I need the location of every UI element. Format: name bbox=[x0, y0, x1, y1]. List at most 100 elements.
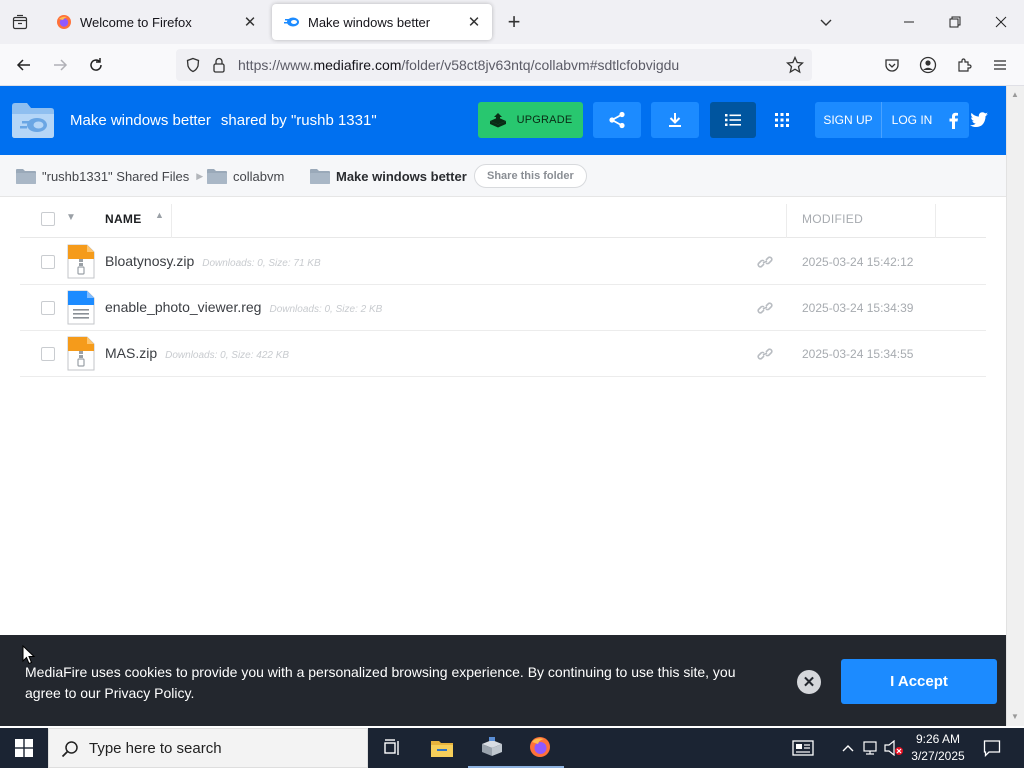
task-view-button[interactable] bbox=[368, 728, 416, 768]
new-tab-button[interactable]: + bbox=[502, 9, 526, 34]
back-button[interactable] bbox=[10, 51, 38, 79]
file-name-link[interactable]: enable_photo_viewer.reg Downloads: 0, Siz… bbox=[105, 299, 382, 315]
breadcrumb-separator-icon: ▶ bbox=[196, 170, 204, 181]
link-icon[interactable] bbox=[757, 301, 773, 315]
grid-view-icon bbox=[775, 113, 789, 127]
sort-ascending-icon[interactable]: ▲ bbox=[155, 210, 164, 220]
url-text[interactable]: https://www.mediafire.com/folder/v58ct8j… bbox=[238, 57, 679, 73]
arrow-left-icon bbox=[16, 59, 30, 71]
facebook-icon[interactable] bbox=[945, 111, 963, 129]
installer-app-button[interactable] bbox=[468, 728, 516, 768]
close-window-button[interactable] bbox=[978, 0, 1024, 44]
share-this-folder-button[interactable]: Share this folder bbox=[474, 164, 587, 188]
firefox-view-button[interactable] bbox=[6, 8, 34, 36]
pocket-button[interactable] bbox=[878, 51, 906, 79]
reload-icon bbox=[90, 58, 102, 71]
close-icon bbox=[995, 16, 1007, 28]
sign-up-button[interactable]: SIGN UP bbox=[815, 102, 882, 138]
row-checkbox[interactable] bbox=[41, 347, 55, 361]
file-modified-date: 2025-03-24 15:34:55 bbox=[802, 347, 914, 361]
breadcrumb-item-shared-files[interactable]: "rushb1331" Shared Files ▶ bbox=[16, 166, 203, 186]
row-checkbox[interactable] bbox=[41, 301, 55, 315]
list-all-tabs-button[interactable] bbox=[814, 10, 838, 34]
tab-strip: Welcome to Firefox ✕ Make windows better… bbox=[0, 0, 1024, 44]
network-monitor-icon bbox=[863, 741, 877, 755]
breadcrumb-label: Make windows better bbox=[336, 168, 467, 184]
file-explorer-button[interactable] bbox=[418, 728, 466, 768]
arrow-right-icon bbox=[54, 59, 68, 71]
start-button[interactable] bbox=[0, 728, 48, 768]
search-placeholder: Type here to search bbox=[89, 740, 222, 757]
folder-title: Make windows better shared by "rushb 1331… bbox=[70, 112, 387, 129]
file-name: Bloatynosy.zip bbox=[105, 253, 195, 269]
firefox-taskbar-button[interactable] bbox=[516, 728, 564, 768]
shared-by-label: shared by "rushb 1331" bbox=[220, 112, 377, 129]
log-in-button[interactable]: LOG IN bbox=[882, 102, 942, 138]
firefox-favicon-icon bbox=[57, 15, 71, 29]
taskbar-clock[interactable]: 9:26 AM 3/27/2025 bbox=[904, 731, 972, 765]
minimize-window-button[interactable] bbox=[886, 0, 932, 44]
tracking-protection-shield-icon[interactable] bbox=[185, 57, 201, 73]
column-divider bbox=[935, 204, 936, 238]
windows-taskbar: Type here to search 9:26 AM 3/27/2025 bbox=[0, 728, 1024, 768]
file-name-link[interactable]: Bloatynosy.zip Downloads: 0, Size: 71 KB bbox=[105, 253, 321, 269]
tab-welcome-to-firefox[interactable]: Welcome to Firefox ✕ bbox=[44, 4, 268, 40]
cookie-close-button[interactable]: ✕ bbox=[797, 670, 821, 694]
show-hidden-icons-button[interactable] bbox=[838, 738, 858, 758]
page-scrollbar[interactable]: ▲ ▼ bbox=[1006, 86, 1024, 726]
share-button[interactable] bbox=[593, 102, 641, 138]
url-prefix: https://www. bbox=[238, 57, 314, 73]
lock-icon[interactable] bbox=[211, 56, 227, 74]
account-button[interactable] bbox=[914, 51, 942, 79]
column-header-name[interactable]: NAME bbox=[105, 212, 142, 226]
news-widget-icon[interactable] bbox=[790, 738, 816, 758]
url-path: /folder/v58ct8jv63ntq/collabvm#sdtlcfobv… bbox=[401, 57, 680, 73]
file-modified-date: 2025-03-24 15:42:12 bbox=[802, 255, 914, 269]
url-bar[interactable]: https://www.mediafire.com/folder/v58ct8j… bbox=[176, 49, 812, 81]
account-icon bbox=[919, 56, 937, 74]
breadcrumb-item-current-folder: Make windows better bbox=[310, 166, 467, 186]
network-icon[interactable] bbox=[861, 738, 881, 758]
scroll-up-arrow-icon[interactable]: ▲ bbox=[1011, 90, 1019, 99]
restore-window-button[interactable] bbox=[932, 0, 978, 44]
folder-icon bbox=[16, 169, 36, 184]
tab-label: Welcome to Firefox bbox=[80, 14, 192, 30]
tab-make-windows-better[interactable]: Make windows better ✕ bbox=[272, 4, 492, 40]
selection-dropdown-icon[interactable]: ▼ bbox=[66, 212, 76, 223]
column-divider bbox=[786, 204, 787, 238]
list-view-button[interactable] bbox=[710, 102, 756, 138]
volume-muted-icon[interactable] bbox=[884, 738, 904, 758]
file-modified-date: 2025-03-24 15:34:39 bbox=[802, 301, 914, 315]
taskbar-search-box[interactable]: Type here to search bbox=[48, 728, 368, 768]
forward-button[interactable] bbox=[46, 51, 74, 79]
file-name-link[interactable]: MAS.zip Downloads: 0, Size: 422 KB bbox=[105, 345, 289, 361]
close-tab-icon[interactable]: ✕ bbox=[464, 12, 484, 32]
row-checkbox[interactable] bbox=[41, 255, 55, 269]
notifications-button[interactable] bbox=[981, 737, 1003, 759]
grid-view-button[interactable] bbox=[760, 102, 804, 138]
file-row[interactable]: Bloatynosy.zip Downloads: 0, Size: 71 KB … bbox=[20, 239, 986, 285]
link-icon[interactable] bbox=[757, 347, 773, 361]
windows-logo-icon bbox=[15, 739, 33, 757]
file-explorer-icon bbox=[431, 741, 453, 757]
accept-cookies-button[interactable]: I Accept bbox=[841, 659, 997, 704]
extensions-button[interactable] bbox=[950, 51, 978, 79]
file-row[interactable]: MAS.zip Downloads: 0, Size: 422 KB 2025-0… bbox=[20, 331, 986, 377]
chevron-up-icon bbox=[842, 745, 854, 752]
web-page: Make windows better shared by "rushb 1331… bbox=[0, 86, 1006, 726]
upgrade-button[interactable]: UPGRADE bbox=[478, 102, 583, 138]
bookmark-star-icon[interactable] bbox=[786, 56, 804, 74]
reload-button[interactable] bbox=[82, 51, 110, 79]
file-row[interactable]: enable_photo_viewer.reg Downloads: 0, Siz… bbox=[20, 285, 986, 331]
scroll-down-arrow-icon[interactable]: ▼ bbox=[1011, 712, 1019, 721]
link-icon[interactable] bbox=[757, 255, 773, 269]
app-menu-button[interactable] bbox=[986, 51, 1014, 79]
restore-icon bbox=[949, 16, 961, 28]
close-tab-icon[interactable]: ✕ bbox=[240, 12, 260, 32]
twitter-icon[interactable] bbox=[969, 111, 989, 129]
file-name: enable_photo_viewer.reg bbox=[105, 299, 262, 315]
breadcrumb-item-collabvm[interactable]: collabvm bbox=[207, 166, 284, 186]
column-header-modified[interactable]: MODIFIED bbox=[802, 212, 863, 226]
download-button[interactable] bbox=[651, 102, 699, 138]
select-all-checkbox[interactable] bbox=[41, 212, 55, 226]
